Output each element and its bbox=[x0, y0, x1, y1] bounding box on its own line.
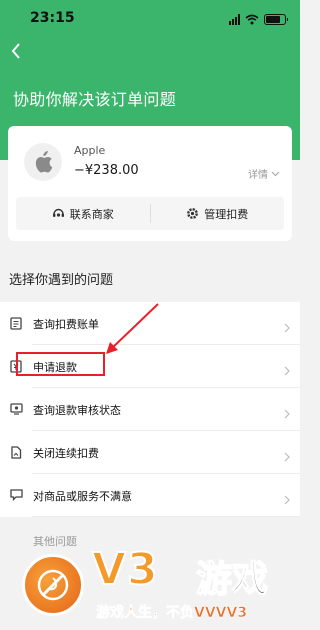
bill-icon bbox=[9, 316, 23, 330]
watermark-brand: V3 bbox=[91, 543, 159, 596]
wifi-icon bbox=[245, 14, 259, 24]
red-arrow-icon bbox=[106, 303, 159, 354]
status-time: 23:15 bbox=[30, 10, 75, 26]
chevron-right-icon bbox=[284, 361, 290, 380]
apple-logo-icon bbox=[24, 143, 62, 181]
contact-merchant-button[interactable]: 联系商家 bbox=[16, 197, 150, 230]
chevron-right-icon bbox=[284, 490, 290, 509]
chevron-left-icon bbox=[11, 43, 20, 59]
problem-label: 对商品或服务不满意 bbox=[33, 489, 132, 503]
gear-icon bbox=[187, 208, 199, 219]
problem-label: 关闭连续扣费 bbox=[33, 446, 99, 460]
merchant-name: Apple bbox=[74, 144, 106, 157]
problem-item-dissatisfied[interactable]: 对商品或服务不满意 bbox=[0, 474, 300, 517]
problem-item-refund-status[interactable]: 查询退款审核状态 bbox=[0, 388, 300, 431]
problems-heading: 选择你遇到的问题 bbox=[9, 273, 114, 288]
details-label: 详情 bbox=[248, 170, 268, 181]
chevron-right-icon bbox=[284, 318, 290, 337]
problem-item-close-deduction[interactable]: 关闭连续扣费 bbox=[0, 431, 300, 474]
status-icons bbox=[229, 12, 288, 26]
chevron-right-icon bbox=[284, 447, 290, 466]
order-card: Apple −¥238.00 详情 联系商家 管理扣费 bbox=[8, 126, 292, 241]
order-actions: 联系商家 管理扣费 bbox=[16, 197, 284, 230]
details-link[interactable]: 详情 bbox=[248, 166, 280, 181]
manage-deduction-button[interactable]: 管理扣费 bbox=[151, 197, 285, 230]
close-deduct-icon bbox=[9, 445, 23, 459]
problem-label: 查询退款审核状态 bbox=[33, 403, 121, 417]
problem-label: 查询扣费账单 bbox=[33, 317, 99, 331]
status-bar: 23:15 bbox=[0, 0, 300, 38]
watermark: V3 游戏 游戏人生，不负VVVV3 bbox=[0, 540, 300, 630]
highlight-box bbox=[16, 352, 105, 376]
chevron-right-icon bbox=[284, 404, 290, 423]
review-icon bbox=[9, 402, 23, 416]
contact-merchant-label: 联系商家 bbox=[69, 207, 114, 221]
signal-icon bbox=[229, 13, 240, 25]
back-button[interactable] bbox=[6, 40, 26, 62]
manage-deduction-label: 管理扣费 bbox=[204, 207, 249, 221]
order-amount: −¥238.00 bbox=[74, 163, 139, 178]
feedback-icon bbox=[9, 488, 23, 502]
page-title: 协助你解决该订单问题 bbox=[13, 90, 177, 109]
chevron-down-icon bbox=[271, 171, 280, 176]
gamepad-logo-icon bbox=[22, 554, 84, 616]
watermark-brand-cn: 游戏 bbox=[195, 558, 269, 601]
watermark-slogan: 游戏人生，不负VVVV3 bbox=[96, 605, 248, 622]
support-icon bbox=[52, 208, 64, 217]
battery-icon bbox=[264, 13, 288, 25]
